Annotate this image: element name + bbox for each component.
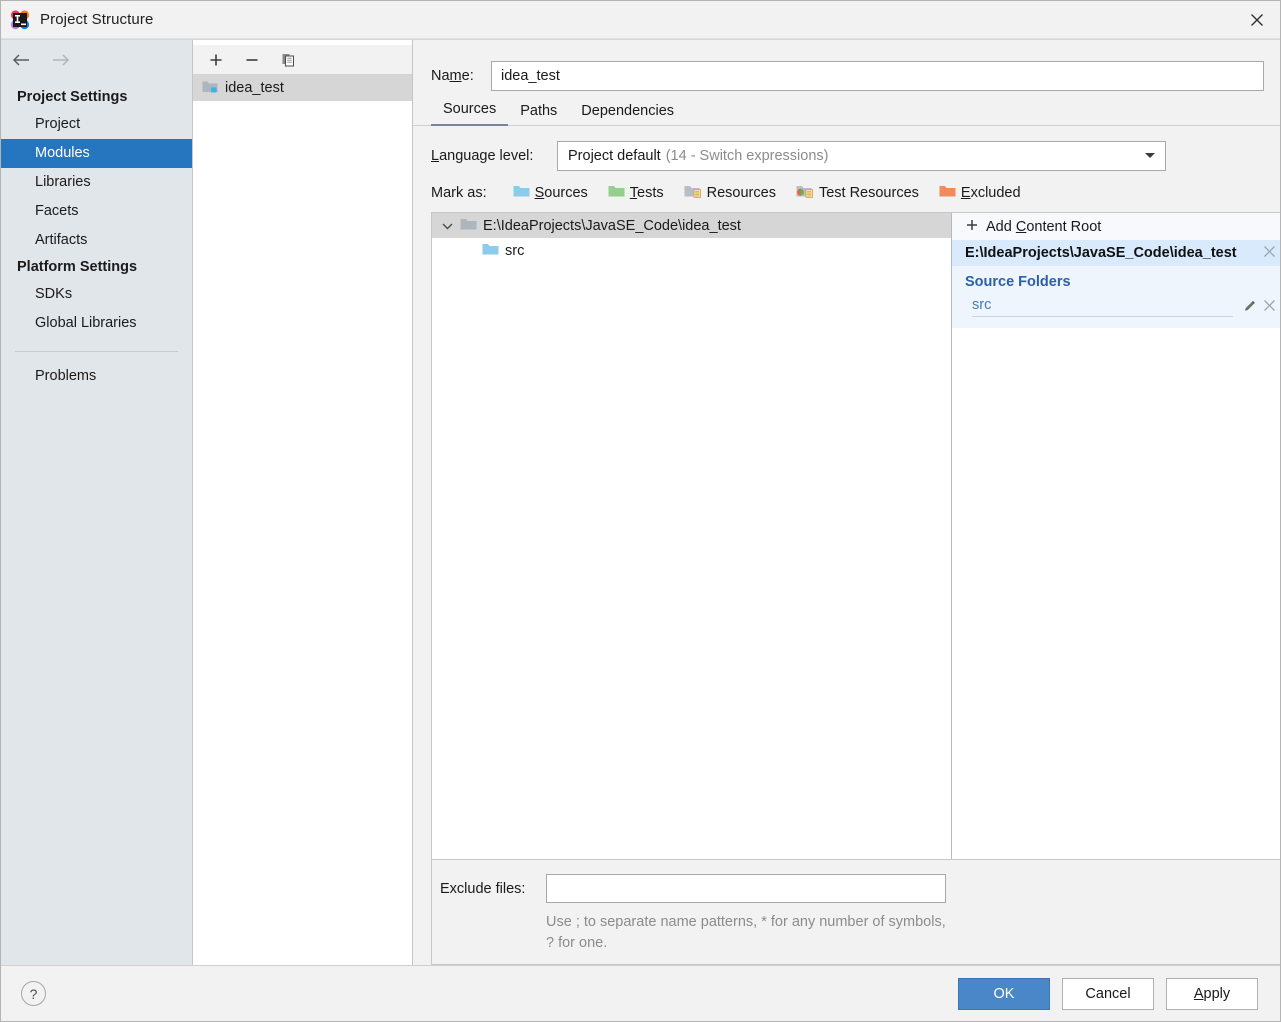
ok-button[interactable]: OK <box>958 977 1050 1010</box>
source-folder-name: src <box>972 297 1233 317</box>
mark-as-sources-button[interactable]: Sources <box>513 184 588 202</box>
exclude-files-input[interactable] <box>546 874 946 903</box>
module-name-label: Name: <box>431 67 474 84</box>
tree-row[interactable]: E:\IdeaProjects\JavaSE_Code\idea_test <box>432 213 951 238</box>
module-editor-panel: Name: Sources Paths Dependencies Languag… <box>413 40 1280 965</box>
mark-as-resources-label: Resources <box>706 185 776 201</box>
tab-paths[interactable]: Paths <box>508 103 569 126</box>
mark-as-resources-button[interactable]: Resources <box>684 184 776 202</box>
tests-folder-icon <box>608 184 625 202</box>
close-icon[interactable] <box>1263 299 1276 315</box>
remove-module-button[interactable] <box>241 49 263 71</box>
source-folder-row[interactable]: src <box>952 295 1280 319</box>
tree-row-label: E:\IdeaProjects\JavaSE_Code\idea_test <box>483 217 741 234</box>
plus-icon <box>965 218 979 236</box>
sidebar-item-list: Project Settings Project Modules Librari… <box>1 75 192 391</box>
forward-arrow-icon[interactable] <box>49 50 71 70</box>
apply-button[interactable]: Apply <box>1166 977 1258 1010</box>
content-root-header: E:\IdeaProjects\JavaSE_Code\idea_test <box>952 240 1280 266</box>
resources-folder-icon <box>684 184 702 202</box>
sources-folder-icon <box>513 184 530 202</box>
chevron-down-icon[interactable] <box>440 222 454 230</box>
mark-as-row: Mark as: Sources Tests Resources Test Re… <box>413 172 1280 212</box>
close-icon[interactable] <box>1263 245 1276 262</box>
language-level-dropdown[interactable]: Project default (14 - Switch expressions… <box>557 141 1166 171</box>
add-content-root-button[interactable]: Add Content Root <box>952 213 1280 240</box>
tree-row[interactable]: src <box>432 238 951 263</box>
exclude-files-row: Exclude files: <box>432 874 1280 903</box>
cancel-button[interactable]: Cancel <box>1062 977 1154 1010</box>
tab-sources[interactable]: Sources <box>431 101 509 126</box>
mark-as-test-resources-button[interactable]: Test Resources <box>796 184 919 202</box>
mark-as-test-resources-label: Test Resources <box>818 185 919 201</box>
chevron-down-icon <box>1143 148 1157 164</box>
modules-list: idea_test <box>193 75 412 965</box>
sidebar-divider <box>15 351 178 352</box>
mark-as-label: Mark as: <box>431 185 487 201</box>
modules-toolbar <box>193 45 412 75</box>
back-arrow-icon[interactable] <box>11 50 33 70</box>
content-roots-split: E:\IdeaProjects\JavaSE_Code\idea_test sr… <box>431 212 1280 860</box>
sidebar-item-libraries[interactable]: Libraries <box>1 168 192 197</box>
settings-sidebar: Project Settings Project Modules Librari… <box>1 40 193 965</box>
close-window-button[interactable] <box>1234 1 1280 38</box>
source-folders-title: Source Folders <box>965 274 1071 290</box>
module-tabs: Sources Paths Dependencies <box>413 94 1280 126</box>
sidebar-group-platform-settings: Platform Settings <box>17 259 138 275</box>
dialog-body: Project Settings Project Modules Librari… <box>1 39 1280 965</box>
sidebar-item-modules[interactable]: Modules <box>1 139 192 168</box>
mark-as-excluded-label: Excluded <box>960 185 1021 201</box>
content-root-details-panel: Add Content Root E:\IdeaProjects\JavaSE_… <box>952 213 1280 859</box>
sidebar-nav-arrows <box>1 45 192 75</box>
modules-column: idea_test <box>193 40 413 965</box>
window-title: Project Structure <box>40 11 154 28</box>
exclude-files-area: Exclude files: Use ; to separate name pa… <box>431 860 1280 965</box>
sources-content-area: E:\IdeaProjects\JavaSE_Code\idea_test sr… <box>413 212 1280 965</box>
mark-as-excluded-button[interactable]: Excluded <box>939 184 1021 202</box>
add-module-button[interactable] <box>205 49 227 71</box>
mark-as-tests-button[interactable]: Tests <box>608 184 664 202</box>
content-root-path: E:\IdeaProjects\JavaSE_Code\idea_test <box>965 245 1237 261</box>
help-button[interactable]: ? <box>21 981 46 1006</box>
sidebar-item-facets[interactable]: Facets <box>1 197 192 226</box>
module-name-row: Name: <box>413 40 1280 94</box>
mark-as-tests-label: Tests <box>629 185 664 201</box>
exclude-files-label: Exclude files: <box>440 880 526 897</box>
exclude-files-hint: Use ; to separate name patterns, * for a… <box>546 914 946 951</box>
module-name-input[interactable] <box>491 60 1264 91</box>
mark-as-sources-label: Sources <box>534 185 588 201</box>
sidebar-item-problems[interactable]: Problems <box>1 362 192 391</box>
copy-module-button[interactable] <box>277 49 299 71</box>
dialog-footer: ? OK Cancel Apply <box>1 965 1280 1021</box>
content-root-block: E:\IdeaProjects\JavaSE_Code\idea_test So… <box>952 240 1280 328</box>
excluded-folder-icon <box>939 184 956 202</box>
module-folder-icon <box>202 79 218 97</box>
intellij-idea-icon <box>10 9 30 30</box>
sidebar-item-sdks[interactable]: SDKs <box>1 280 192 309</box>
tab-dependencies[interactable]: Dependencies <box>569 103 686 126</box>
content-root-tree: E:\IdeaProjects\JavaSE_Code\idea_test sr… <box>432 213 952 859</box>
add-content-root-label: Add Content Root <box>986 218 1102 235</box>
test-resources-folder-icon <box>796 184 814 202</box>
language-level-detail: (14 - Switch expressions) <box>665 148 829 164</box>
tree-row-label: src <box>505 242 525 259</box>
module-list-item[interactable]: idea_test <box>193 75 412 101</box>
sidebar-item-global-libraries[interactable]: Global Libraries <box>1 309 192 338</box>
sidebar-group-project-settings: Project Settings <box>17 89 128 105</box>
content-root-folder-icon <box>460 217 477 235</box>
language-level-value: Project default <box>568 148 661 164</box>
module-list-item-label: idea_test <box>225 80 284 96</box>
project-structure-dialog: Project Structure Project Settings Proje… <box>0 0 1281 1022</box>
title-bar: Project Structure <box>1 1 1280 39</box>
sidebar-item-project[interactable]: Project <box>1 110 192 139</box>
language-level-row: Language level: Project default (14 - Sw… <box>413 126 1280 172</box>
sidebar-item-artifacts[interactable]: Artifacts <box>1 226 192 255</box>
sources-folder-icon <box>482 242 499 260</box>
pencil-icon[interactable] <box>1243 299 1257 316</box>
language-level-label: Language level: <box>431 148 534 164</box>
